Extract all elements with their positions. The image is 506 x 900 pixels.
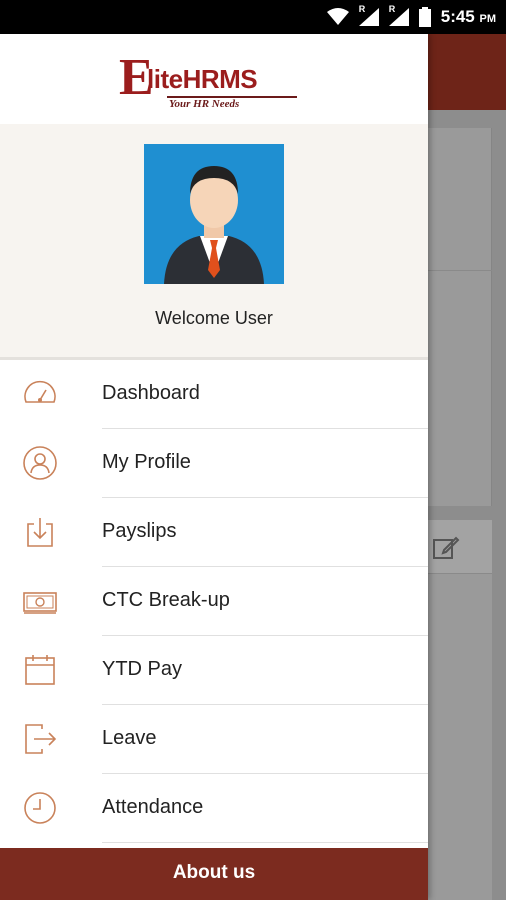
background-card <box>428 520 492 900</box>
about-us-button[interactable]: About us <box>0 848 428 900</box>
menu-item-attendance[interactable]: Attendance <box>0 774 428 843</box>
clock-icon <box>24 792 56 824</box>
battery-icon <box>418 7 431 27</box>
app-bar <box>428 34 506 110</box>
calendar-icon <box>25 655 55 685</box>
roaming-badge: R <box>358 4 366 14</box>
speedometer-icon <box>24 380 56 403</box>
edit-icon <box>433 536 460 559</box>
profile-header: Welcome User <box>0 124 428 360</box>
exit-icon <box>25 724 57 754</box>
navigation-drawer: E liteHRMS Your HR Needs Welcome User Da… <box>0 34 428 900</box>
welcome-text: Welcome User <box>155 308 273 328</box>
signal-icon: R <box>358 4 379 26</box>
background-card <box>428 128 492 506</box>
roaming-badge: R <box>388 4 396 14</box>
menu-item-leave[interactable]: Leave <box>0 705 428 774</box>
avatar <box>144 144 284 284</box>
money-icon <box>23 592 57 614</box>
menu-item-ytd-pay[interactable]: YTD Pay <box>0 636 428 705</box>
menu-item-payslips[interactable]: Payslips <box>0 498 428 567</box>
download-icon <box>27 518 53 547</box>
logo-area: E liteHRMS Your HR Needs <box>0 34 428 124</box>
menu-item-dashboard[interactable]: Dashboard <box>0 360 428 429</box>
signal-icon: R <box>388 4 409 26</box>
user-icon <box>23 446 57 480</box>
wifi-icon <box>326 8 349 25</box>
drawer-menu: Dashboard My Profile Payslips CTC Break-… <box>0 360 428 843</box>
menu-item-my-profile[interactable]: My Profile <box>0 429 428 498</box>
status-bar: R R 5:45 PM <box>0 0 506 34</box>
elite-hrms-logo: E liteHRMS Your HR Needs <box>119 42 309 116</box>
menu-item-ctc-breakup[interactable]: CTC Break-up <box>0 567 428 636</box>
clock-time: 5:45 PM <box>440 7 496 26</box>
